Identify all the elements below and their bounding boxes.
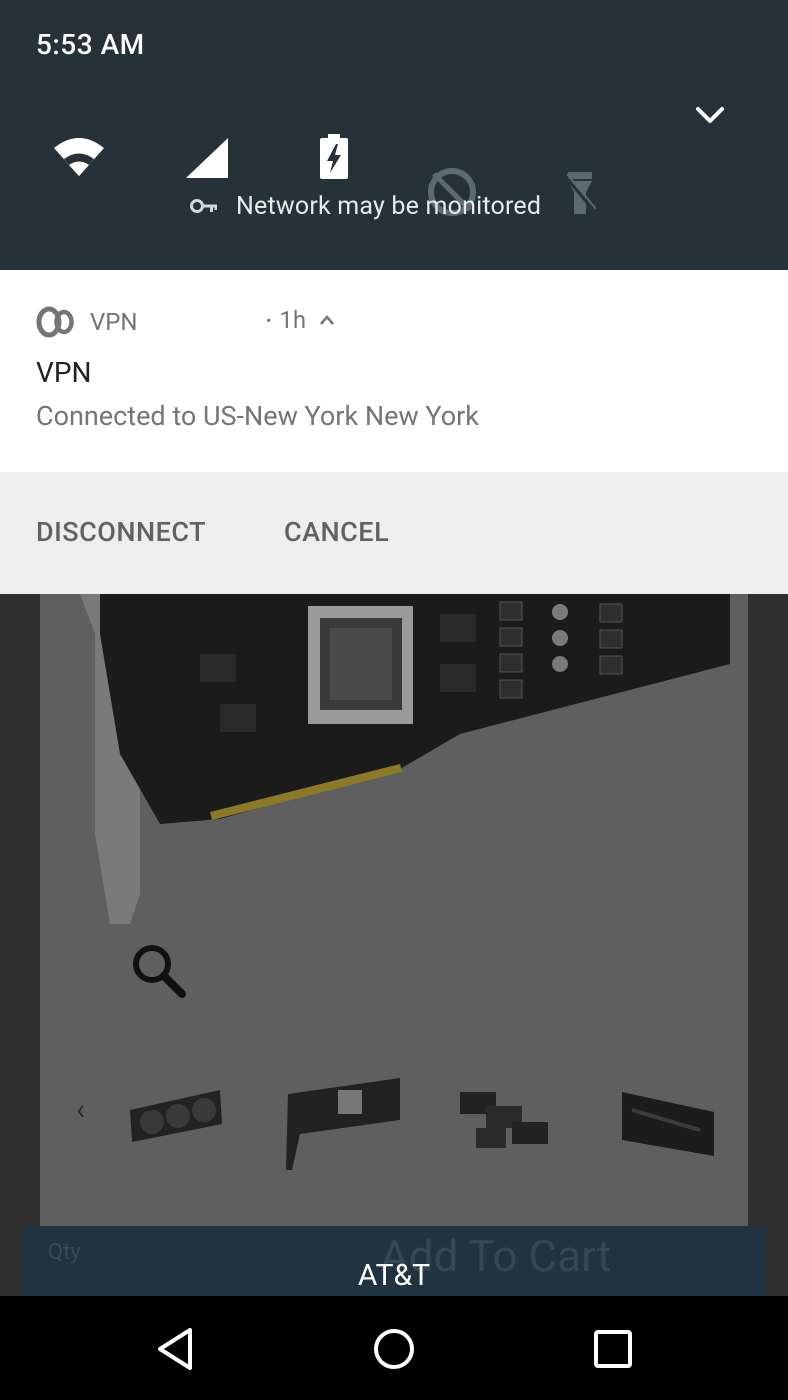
notification-time-label: 1h [279, 306, 307, 334]
network-monitor-text: Network may be monitored [236, 191, 542, 221]
vpn-key-icon [190, 199, 217, 213]
vpn-app-icon [36, 306, 74, 338]
thumbnail-2[interactable] [280, 1074, 404, 1170]
navigation-bar [0, 1296, 788, 1400]
network-monitor-row: Network may be monitored [190, 188, 541, 224]
wifi-icon[interactable] [52, 136, 106, 178]
flashlight-off-icon[interactable] [562, 170, 598, 216]
chevron-left-icon[interactable]: ‹ [76, 1092, 85, 1127]
thumbnail-strip: ‹ [40, 1074, 748, 1170]
status-time: 5:53 AM [36, 28, 145, 61]
chevron-up-icon[interactable] [318, 314, 336, 326]
notification-header: VPN [36, 300, 138, 344]
notification-title: VPN [36, 356, 92, 389]
carrier-label: AT&T [357, 1258, 431, 1293]
disconnect-button[interactable]: DISCONNECT [36, 516, 206, 548]
battery-charging-icon[interactable] [318, 134, 350, 180]
bullet-separator: • [266, 310, 272, 330]
zoom-icon[interactable] [130, 942, 188, 1000]
notification-shade: 5:53 AM Network may be monitored [0, 0, 788, 270]
thumbnail-4[interactable] [620, 1090, 716, 1160]
cancel-button[interactable]: CANCEL [284, 516, 389, 548]
notification-time[interactable]: • 1h [266, 306, 336, 334]
recents-icon[interactable] [586, 1322, 640, 1376]
notification-app-name: VPN [90, 308, 138, 336]
chevron-down-icon[interactable] [690, 100, 730, 132]
notification-text: Connected to US-New York New York [36, 400, 479, 432]
graphics-card-image [80, 594, 730, 924]
product-image-card: ‹ [40, 594, 748, 1237]
thumbnail-1[interactable] [128, 1084, 224, 1144]
background-app: ‹ Qty Add To Cart AT&T [0, 594, 788, 1296]
thumbnail-3[interactable] [456, 1088, 554, 1160]
signal-icon[interactable] [184, 136, 230, 180]
back-icon[interactable] [150, 1322, 204, 1376]
home-icon[interactable] [367, 1322, 421, 1376]
